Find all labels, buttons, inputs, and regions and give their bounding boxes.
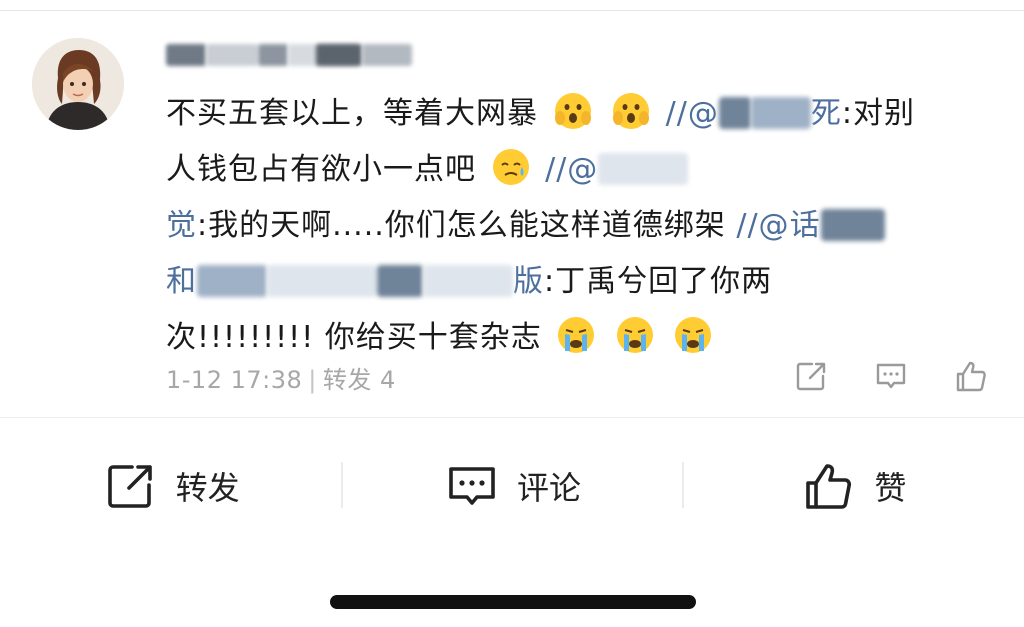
repost-icon[interactable] bbox=[792, 357, 830, 395]
mention-prefix: //@ bbox=[545, 152, 599, 187]
redacted-name bbox=[820, 209, 885, 241]
redacted-name bbox=[598, 153, 689, 185]
top-divider bbox=[0, 0, 1024, 11]
mention-link[interactable]: 和版 bbox=[166, 264, 544, 299]
comment-line-2: 人钱包占有欲小一点吧 //@ bbox=[166, 142, 996, 198]
mention-start: 和 bbox=[166, 264, 197, 299]
repost-icon bbox=[107, 465, 152, 508]
mention-link[interactable]: //@话 bbox=[736, 208, 885, 243]
screaming-face-emoji bbox=[554, 93, 591, 129]
comment-meta: 1-12 17:38 | 转发 4 bbox=[166, 360, 396, 395]
section-divider bbox=[0, 417, 1024, 418]
redacted-name bbox=[718, 97, 751, 129]
mention-link[interactable]: //@ bbox=[545, 152, 689, 187]
like-button[interactable]: 赞 bbox=[683, 440, 1024, 532]
mention-link[interactable]: //@ 死 bbox=[666, 96, 842, 131]
comment-segment: 不买五套以上，等着大网暴 bbox=[166, 96, 538, 131]
screaming-face-emoji bbox=[613, 93, 650, 129]
timestamp: 1-12 17:38 bbox=[166, 366, 303, 394]
like-icon[interactable] bbox=[952, 357, 990, 395]
mention-end: 版 bbox=[513, 264, 544, 299]
loudly-crying-face-emoji bbox=[675, 317, 712, 353]
comment-label: 评论 bbox=[516, 469, 581, 507]
username-redacted[interactable] bbox=[166, 44, 426, 66]
avatar[interactable] bbox=[32, 38, 124, 130]
repost-button[interactable]: 转发 bbox=[0, 440, 341, 532]
comment-segment: 人钱包占有欲小一点吧 bbox=[166, 152, 476, 187]
mention-end: 死 bbox=[810, 96, 842, 131]
comment-segment: :丁禹兮回了你两 bbox=[544, 264, 773, 299]
loudly-crying-face-emoji bbox=[616, 317, 653, 353]
comment-line-4: 和版:丁禹兮回了你两 bbox=[166, 254, 996, 310]
comment-segment: :对别 bbox=[841, 96, 915, 131]
repost-count[interactable]: 转发 4 bbox=[323, 366, 396, 394]
like-icon bbox=[806, 464, 852, 509]
redacted-name bbox=[750, 97, 811, 129]
like-label: 赞 bbox=[874, 469, 907, 507]
redacted-name bbox=[197, 265, 267, 297]
bottom-action-bar: 转发 评论 赞 bbox=[0, 440, 1024, 532]
redacted-name bbox=[267, 265, 377, 297]
redacted-name bbox=[377, 265, 423, 297]
home-indicator[interactable] bbox=[330, 595, 696, 609]
comment-segment: 次!!!!!!!!! 你给买十套杂志 bbox=[166, 320, 542, 355]
comment-line-1: 不买五套以上，等着大网暴 //@ 死:对别 bbox=[166, 86, 996, 142]
repost-label: 转发 bbox=[175, 469, 240, 507]
comment-icon[interactable] bbox=[872, 357, 910, 395]
comment-segment: :我的天啊.....你们怎么能这样道德绑架 bbox=[197, 208, 726, 243]
mention-start: 话 bbox=[789, 208, 821, 243]
redacted-name bbox=[423, 265, 513, 297]
avatar-illustration bbox=[32, 38, 124, 130]
comment-line-3: 觉:我的天啊.....你们怎么能这样道德绑架 //@话 bbox=[166, 198, 996, 254]
comment-actions bbox=[792, 357, 990, 395]
comment-icon bbox=[449, 467, 495, 505]
mention-prefix: //@ bbox=[665, 96, 719, 131]
mention-prefix: //@ bbox=[736, 208, 790, 243]
meta-separator: | bbox=[308, 366, 317, 394]
loudly-crying-face-emoji bbox=[558, 317, 595, 353]
comment-button[interactable]: 评论 bbox=[341, 440, 682, 532]
sweat-face-emoji bbox=[492, 149, 529, 185]
comment-text: 不买五套以上，等着大网暴 //@ 死:对别 人钱包占有欲小一点吧 //@ 觉:我… bbox=[166, 86, 996, 366]
mention-end[interactable]: 觉 bbox=[166, 208, 197, 243]
